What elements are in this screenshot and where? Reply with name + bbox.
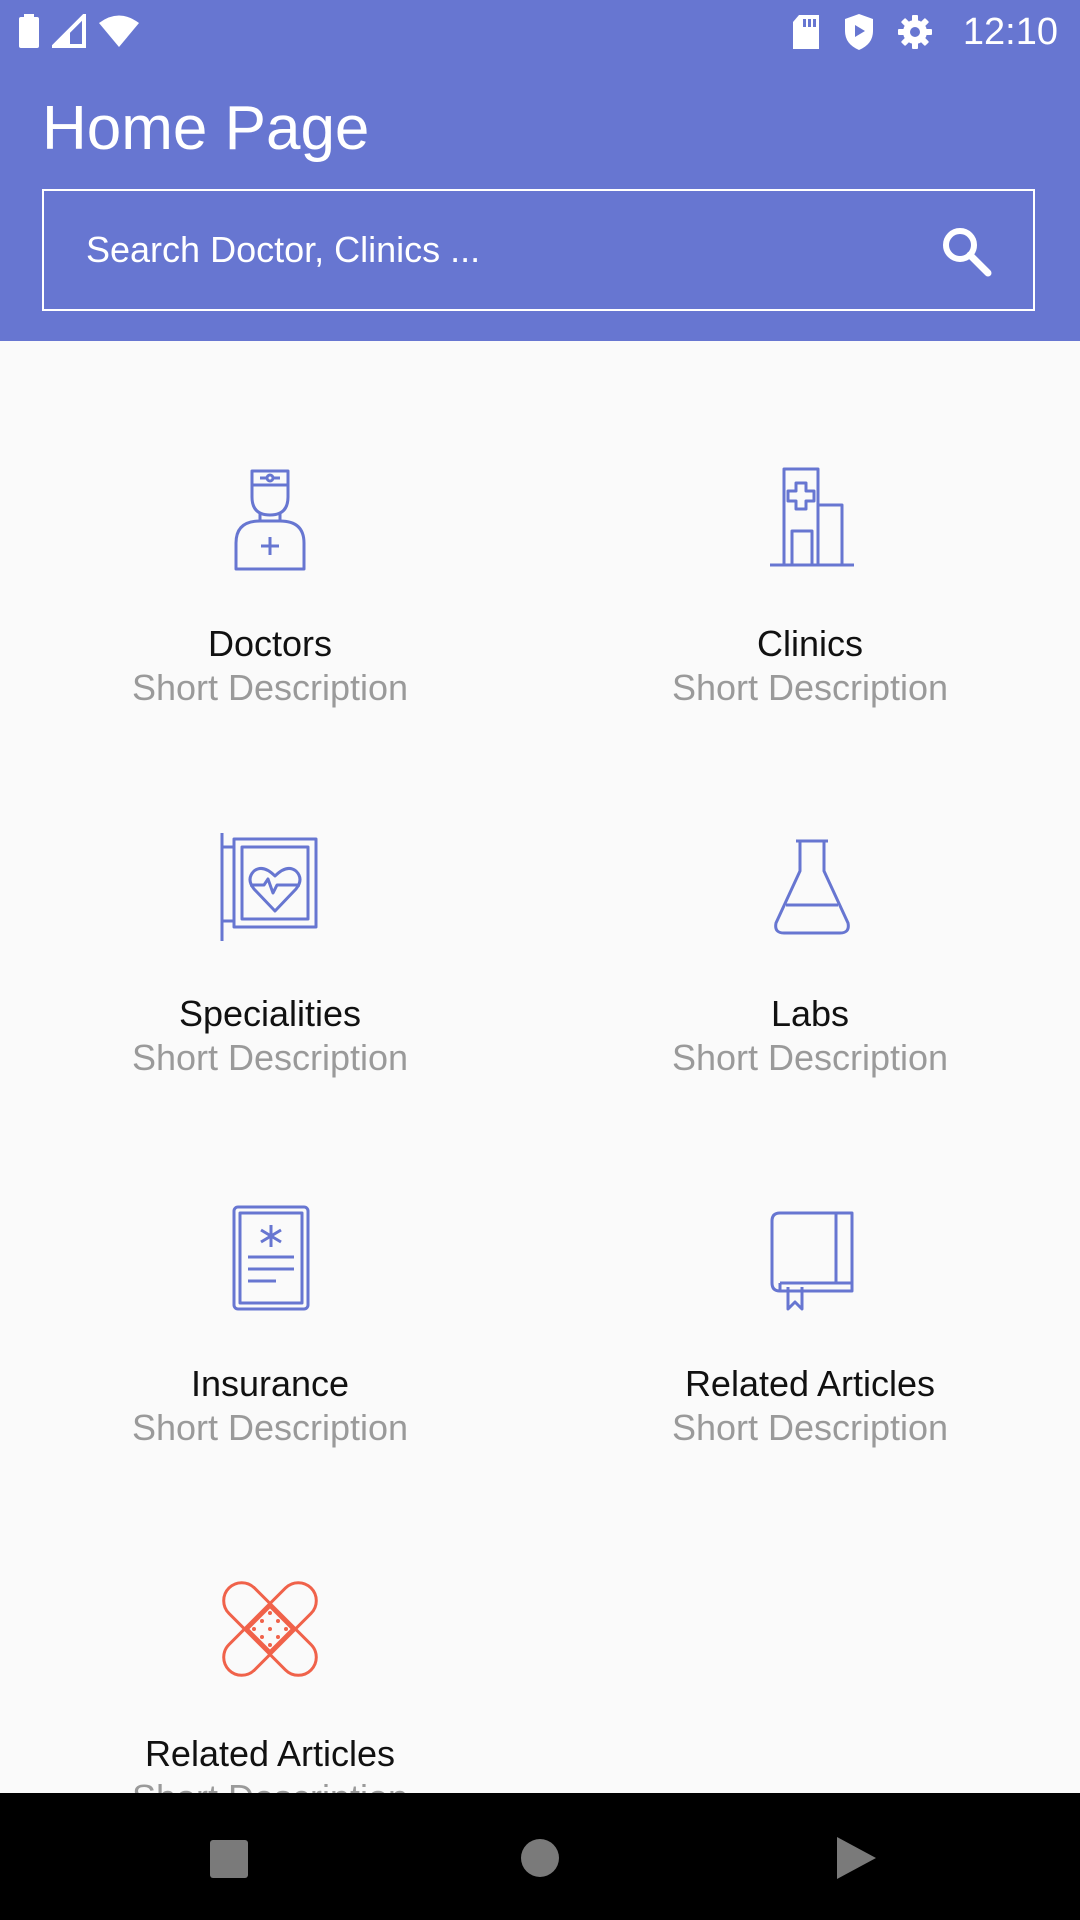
flask-icon [774,839,850,935]
search-input[interactable] [86,221,906,279]
status-icons-right: 12:10 [791,10,1058,54]
settings-icon [897,15,932,49]
sd-card-icon [792,15,819,49]
home-screen: 12:10 Home Page Search Doctor, Clinics .… [0,0,1080,1920]
tile-description: Short Description [671,667,949,708]
book-icon [770,1211,854,1311]
tile-title: Related Articles [144,1733,396,1774]
tile-title: Related Articles [684,1363,936,1404]
search-bar [42,189,1035,311]
tile-title: Clinics [756,623,863,664]
status-icons-left [18,14,140,48]
tile-title: Doctors [207,623,333,664]
category-tile-clinics[interactable]: Clinics Short Description [540,341,1080,711]
signal-icon [52,14,86,48]
tile-description: Short Description [671,1407,949,1448]
status-bar: 12:10 [0,0,1080,64]
wifi-icon [99,15,139,47]
tile-description: Short Description [131,1037,409,1078]
tile-title: Specialities [178,993,362,1034]
category-grid: Doctors Short Description Clinics Short … [0,341,1080,1793]
category-tile-related-articles-2[interactable]: Related Articles Short Description [0,1451,540,1793]
category-tile-specialities[interactable]: Specialities Short Description [0,711,540,1081]
tile-description: Short Description [131,1407,409,1448]
battery-icon [19,14,39,48]
tile-title: Labs [770,993,850,1034]
medical-document-icon [232,1205,310,1311]
shield-icon [844,14,873,50]
category-tile-insurance[interactable]: Insurance Short Description [0,1081,540,1451]
bandage-icon [222,1581,318,1677]
tile-title: Insurance [190,1363,350,1404]
page-title: Home Page [42,94,370,163]
app-header: 12:10 Home Page [0,0,1080,341]
category-tile-labs[interactable]: Labs Short Description [540,711,1080,1081]
tile-description: Short Description [0,1777,540,1793]
doctor-icon [234,469,306,571]
category-tile-related-articles[interactable]: Related Articles Short Description [540,1081,1080,1451]
hospital-building-icon [770,467,854,567]
search-icon[interactable] [938,223,994,279]
recents-button[interactable] [193,1823,263,1893]
heart-sign-icon [220,833,318,941]
back-button[interactable] [820,1823,890,1893]
status-time: 12:10 [962,11,1058,53]
navigation-bar [0,1793,1080,1920]
tile-description: Short Description [671,1037,949,1078]
home-button[interactable] [505,1823,575,1893]
category-tile-doctors[interactable]: Doctors Short Description [0,341,540,711]
tile-description: Short Description [131,667,409,708]
